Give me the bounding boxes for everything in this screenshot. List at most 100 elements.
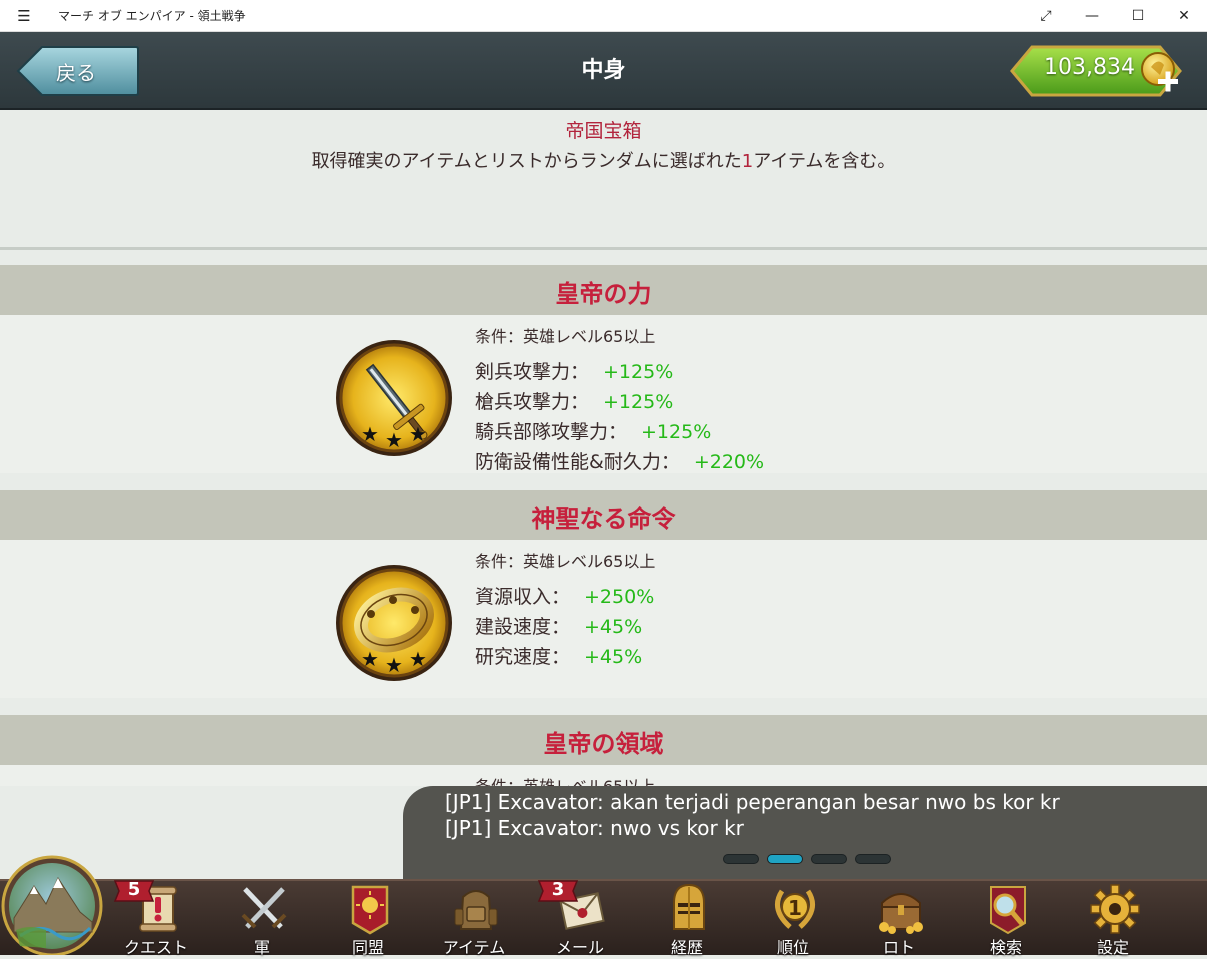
- magnifier-icon: [981, 883, 1035, 935]
- stat-value: +250%: [584, 586, 655, 608]
- item-condition: 条件：英雄レベル65以上: [475, 773, 655, 786]
- fullscreen-icon[interactable]: ⤢: [1023, 0, 1069, 32]
- chat-page-dot[interactable]: [723, 854, 759, 864]
- chat-page-dot-active[interactable]: [767, 854, 803, 864]
- chat-ticker[interactable]: [JP1] Excavator: akan terjadi peperangan…: [403, 786, 1207, 882]
- game-header: 戻る 中身 103,834: [0, 32, 1207, 110]
- chest-description-box: 帝国宝箱 取得確実のアイテムとリストからランダムに選ばれた1アイテムを含む。: [0, 110, 1207, 250]
- stat-label: 剣兵攻撃力：: [475, 361, 590, 383]
- item-header: 皇帝の力: [0, 265, 1207, 315]
- stat-value: +125%: [641, 421, 712, 443]
- window-titlebar: ☰ マーチ オブ エンパイア - 領土戦争 ⤢ — ☐ ✕: [0, 0, 1207, 32]
- nav-label: 軍: [253, 938, 270, 957]
- nav-settings[interactable]: 設定: [1060, 881, 1166, 957]
- laurel-rank-icon: 1: [768, 883, 822, 935]
- item-condition: 条件：英雄レベル65以上: [475, 552, 656, 571]
- chat-page-dot[interactable]: [811, 854, 847, 864]
- helmet-icon: [662, 883, 716, 935]
- maximize-button[interactable]: ☐: [1115, 0, 1161, 32]
- nav-quest[interactable]: 5 クエスト: [103, 879, 209, 957]
- close-button[interactable]: ✕: [1161, 0, 1207, 32]
- nav-label: 同盟: [351, 938, 384, 957]
- gold-amount: 103,834: [1044, 55, 1135, 80]
- svg-text:★: ★: [361, 422, 379, 446]
- stat-label: 騎兵部隊攻撃力：: [475, 421, 628, 443]
- mail-badge: 3: [537, 877, 579, 905]
- quest-badge: 5: [113, 877, 155, 905]
- stat-label: 槍兵攻撃力：: [475, 391, 590, 413]
- chat-page-dot[interactable]: [855, 854, 891, 864]
- svg-text:★: ★: [361, 647, 379, 671]
- item-card: 条件：英雄レベル65以上: [0, 765, 1207, 786]
- item-header: 神聖なる命令: [0, 490, 1207, 540]
- nav-label: 順位: [776, 938, 809, 957]
- nav-mail[interactable]: 3 メール: [527, 879, 633, 957]
- rank-number: 1: [788, 896, 802, 920]
- alliance-banner-icon: [343, 883, 397, 935]
- nav-label: 検索: [989, 938, 1022, 957]
- chest-description: 取得確実のアイテムとリストからランダムに選ばれた1アイテムを含む。: [0, 147, 1207, 173]
- nav-history[interactable]: 経歴: [634, 881, 740, 957]
- gear-icon: [1088, 883, 1142, 935]
- item-name: 神聖なる命令: [531, 505, 676, 533]
- mail-badge-count: 3: [551, 879, 565, 900]
- svg-text:★: ★: [409, 647, 427, 671]
- item-header: 皇帝の領域: [0, 715, 1207, 765]
- svg-text:★: ★: [385, 428, 403, 452]
- chest-name: 帝国宝箱: [565, 120, 642, 142]
- item-stat: 騎兵部隊攻撃力： +125%: [475, 417, 711, 444]
- nav-label: ロト: [882, 938, 915, 957]
- nav-label: 経歴: [670, 938, 703, 957]
- nav-items[interactable]: アイテム: [421, 881, 527, 957]
- chat-page-indicator: [723, 854, 891, 864]
- treasure-chest-icon: [874, 883, 928, 935]
- minimize-button[interactable]: —: [1069, 0, 1115, 32]
- sword-icon: ★ ★ ★: [333, 337, 455, 459]
- nav-rank[interactable]: 1 順位: [740, 881, 846, 957]
- crossed-swords-icon: [237, 883, 291, 935]
- nav-label: 設定: [1096, 938, 1129, 957]
- nav-alliance[interactable]: 同盟: [315, 881, 421, 957]
- chat-message: [JP1] Excavator: nwo vs kor kr: [445, 816, 744, 840]
- item-stat: 研究速度： +45%: [475, 642, 642, 669]
- item-condition: 条件：英雄レベル65以上: [475, 327, 656, 346]
- stat-label: 建設速度：: [475, 616, 571, 638]
- stat-value: +45%: [584, 616, 643, 638]
- stat-label: 研究速度：: [475, 646, 571, 668]
- quest-badge-count: 5: [127, 879, 141, 900]
- stat-label: 資源収入：: [475, 586, 571, 608]
- world-map-button[interactable]: [0, 852, 104, 957]
- chest-desc-text-end: アイテムを含む。: [753, 151, 896, 172]
- item-stat: 剣兵攻撃力： +125%: [475, 357, 673, 384]
- chest-contents-panel[interactable]: 帝国宝箱 取得確実のアイテムとリストからランダムに選ばれた1アイテムを含む。 皇…: [0, 110, 1207, 786]
- item-name: 皇帝の領域: [543, 730, 664, 758]
- item-card: 条件：英雄レベル65以上: [0, 315, 1207, 473]
- svg-text:★: ★: [385, 653, 403, 677]
- stat-value: +125%: [603, 391, 674, 413]
- window-controls: ⤢ — ☐ ✕: [1023, 0, 1207, 32]
- bottom-nav: 5 クエスト 軍 同盟 アイテム 3 メール 経歴 1 順位 ロト 検索 設定: [0, 879, 1207, 957]
- item-stat: 資源収入： +250%: [475, 582, 654, 609]
- nav-army[interactable]: 軍: [209, 881, 315, 957]
- chest-desc-text: 取得確実のアイテムとリストからランダムに選ばれた: [311, 151, 742, 172]
- item-stat: 防衛設備性能&耐久力： +220%: [475, 447, 764, 474]
- chest-desc-count: 1: [741, 151, 754, 172]
- backpack-icon: [449, 883, 503, 935]
- item-stat: 建設速度： +45%: [475, 612, 642, 639]
- nav-label: クエスト: [123, 938, 188, 957]
- svg-text:★: ★: [409, 422, 427, 446]
- gold-balance-button[interactable]: 103,834: [1010, 45, 1186, 97]
- nav-label: アイテム: [442, 938, 506, 957]
- nav-lotto[interactable]: ロト: [846, 881, 952, 957]
- stat-label: 防衛設備性能&耐久力：: [475, 451, 680, 473]
- item-card: 条件：英雄レベル65以上: [0, 540, 1207, 698]
- nav-search[interactable]: 検索: [953, 881, 1059, 957]
- stat-value: +125%: [603, 361, 674, 383]
- chat-message: [JP1] Excavator: akan terjadi peperangan…: [445, 790, 1060, 814]
- ring-icon: ★ ★ ★: [333, 562, 455, 684]
- window-title: マーチ オブ エンパイア - 領土戦争: [58, 9, 246, 23]
- item-stat: 槍兵攻撃力： +125%: [475, 387, 673, 414]
- stat-value: +220%: [693, 451, 765, 473]
- menu-icon[interactable]: ☰: [0, 0, 48, 32]
- item-name: 皇帝の力: [555, 280, 652, 308]
